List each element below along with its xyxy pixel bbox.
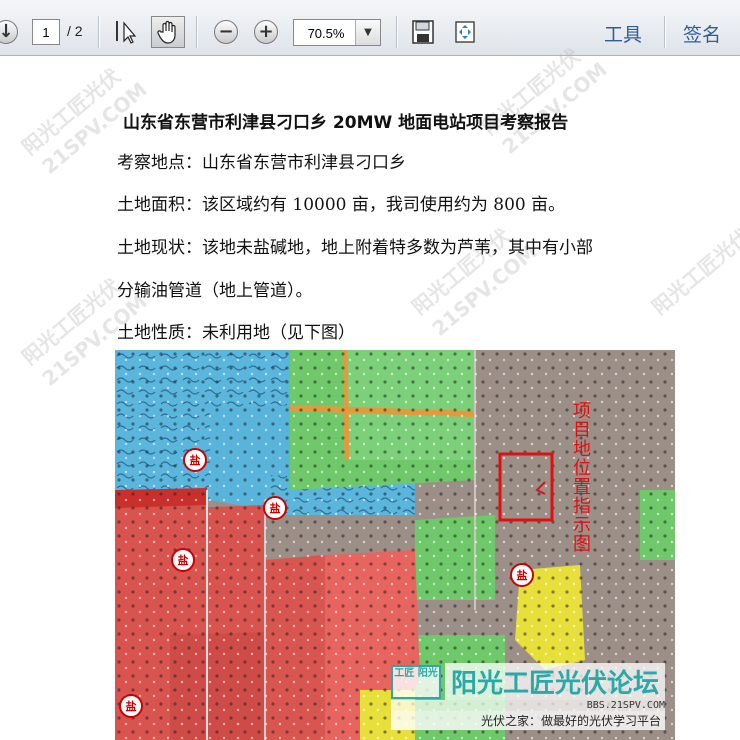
save-button[interactable] [410,14,436,50]
toolbar-divider [664,16,666,48]
fit-page-button[interactable] [452,14,478,50]
toolbar-divider [98,16,100,48]
cursor-select-icon [116,21,137,44]
hand-tool-button[interactable] [151,16,185,48]
salt-field-marker: 盐 [119,694,143,718]
zoom-select[interactable]: ▼ [293,19,381,47]
tools-menu-link[interactable]: 工具 [604,20,642,47]
select-tool-button[interactable] [112,14,140,50]
text-line-status: 土地现状：该地未盐碱地，地上附着特多数为芦苇，其中有小部 [117,238,593,258]
pdf-toolbar: ↓ / 2 − + ▼ 工具 签名 [0,0,740,56]
page-number-input[interactable] [32,19,60,45]
zoom-out-button[interactable]: − [214,14,238,50]
arrow-down-icon: ↓ [0,20,18,44]
salt-field-marker: 盐 [510,563,534,587]
toolbar-divider [196,16,198,48]
floppy-disk-icon [412,20,434,44]
report-title: 山东省东营市利津县刁口乡 20MW 地面电站项目考察报告 [123,113,569,133]
salt-field-marker: 盐 [171,548,195,572]
minus-icon: − [214,20,238,44]
zoom-in-button[interactable]: + [254,14,278,50]
document-page: 阳光工匠光伏 21SPV.COM 阳光工匠光伏 21SPV.COM 阳光工匠光伏… [0,44,740,740]
logo-badge-icon: 工匠 阳光 [390,664,441,699]
fit-window-icon [455,21,475,43]
logo-url: BBS.21SPV.COM [390,700,665,711]
forum-logo-watermark: 工匠 阳光 阳光工匠光伏论坛 BBS.21SPV.COM 光伏之家：做最好的光伏… [390,663,665,730]
toolbar-divider [396,16,398,48]
land-use-map-image: 盐 盐 盐 盐 盐 项目地位置指示图 工匠 阳光 阳光工匠光伏论坛 BBS.21… [115,350,675,740]
zoom-input[interactable] [294,20,358,47]
text-line-location: 考察地点：山东省东营市利津县刁口乡 [117,153,406,173]
logo-main-text: 阳光工匠光伏论坛 [444,663,665,700]
chevron-down-icon[interactable]: ▼ [355,20,380,45]
watermark-text: 阳光工匠光伏 [647,223,740,320]
hand-icon [157,20,176,44]
sign-menu-link[interactable]: 签名 [683,20,721,47]
text-line-status-cont: 分输油管道（地上管道）。 [117,281,313,301]
text-line-area: 土地面积：该区域约有 10000 亩，我司使用约为 800 亩。 [117,195,566,215]
text-line-land-type: 土地性质：未利用地（见下图） [117,323,355,343]
project-location-annotation: 项目地位置指示图 [573,401,591,555]
next-page-button[interactable]: ↓ [0,14,18,50]
logo-tagline: 光伏之家：做最好的光伏学习平台 [390,711,665,730]
salt-field-marker: 盐 [183,448,207,472]
page-total: / 2 [67,23,83,39]
plus-icon: + [254,20,278,44]
salt-field-marker: 盐 [263,496,287,520]
